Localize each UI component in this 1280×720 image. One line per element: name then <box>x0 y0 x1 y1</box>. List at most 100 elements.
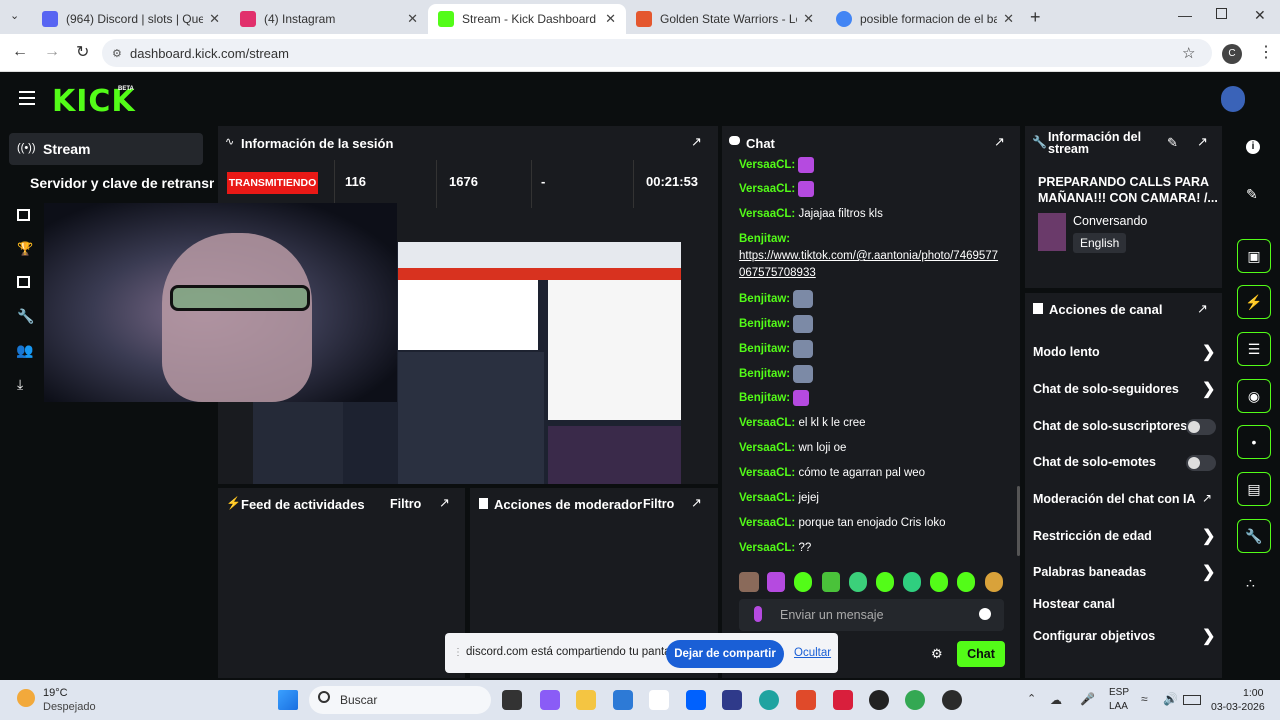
chevron-right-icon[interactable]: ❯ <box>1202 526 1215 546</box>
hamburger-menu-icon[interactable] <box>19 91 35 105</box>
broadcast-button[interactable]: • <box>1237 425 1271 459</box>
app-globe-icon[interactable] <box>942 690 962 710</box>
store-icon[interactable] <box>613 690 633 710</box>
user-avatar[interactable] <box>1221 86 1245 112</box>
browser-tab-warriors[interactable]: Golden State Warriors - Los Ang ✕ <box>626 4 824 34</box>
browser-tab-discord[interactable]: (964) Discord | slots | Que ¡ ✕ <box>32 4 230 34</box>
hide-banner-link[interactable]: Ocultar <box>794 647 831 659</box>
tab-search-chevron-icon[interactable]: ⌄ <box>10 9 19 22</box>
expand-icon[interactable]: ↗ <box>691 495 702 511</box>
emote-icon[interactable] <box>767 572 785 592</box>
emotes-only-toggle[interactable] <box>1186 455 1216 471</box>
chat-scrollbar[interactable] <box>1017 486 1020 556</box>
banned-words-item[interactable]: Palabras baneadas <box>1033 565 1146 579</box>
trophy-icon[interactable]: 🏆 <box>17 241 33 257</box>
video-icon[interactable] <box>17 276 30 288</box>
chevron-right-icon[interactable]: ❯ <box>1202 562 1215 582</box>
chat-link[interactable]: https://www.tiktok.com/@r.aantonia/photo… <box>739 250 998 279</box>
emote-icon[interactable] <box>794 572 812 592</box>
close-icon[interactable]: ✕ <box>407 11 418 27</box>
expand-icon[interactable]: ↗ <box>994 134 1005 150</box>
browser-tab-kick[interactable]: Stream - Kick Dashboard ✕ <box>428 4 626 34</box>
emote-icon[interactable] <box>739 572 759 592</box>
activity-filter-button[interactable]: Filtro <box>390 497 421 511</box>
clock-time[interactable]: 1:00 <box>1243 687 1263 699</box>
app-w-icon[interactable] <box>833 690 853 710</box>
close-icon[interactable]: ✕ <box>605 11 616 27</box>
sidebar-server-key-label[interactable]: Servidor y clave de retransm <box>30 175 214 191</box>
minimize-icon[interactable]: — <box>1178 7 1192 23</box>
emote-icon[interactable] <box>985 572 1003 592</box>
chrome-icon[interactable] <box>905 690 925 710</box>
upload-icon[interactable]: ⤓ <box>17 376 23 393</box>
app-b-icon[interactable] <box>722 690 742 710</box>
battery-icon[interactable] <box>1183 695 1201 705</box>
windows-start-icon[interactable] <box>278 690 298 710</box>
age-restriction-item[interactable]: Restricción de edad <box>1033 529 1152 543</box>
taskbar-search-box[interactable] <box>309 686 491 714</box>
expand-icon[interactable]: ↗ <box>1197 301 1208 317</box>
microphone-tray-icon[interactable]: 🎤 <box>1080 692 1095 706</box>
browser-tab-google[interactable]: posible formacion de el barcelo ✕ <box>826 4 1024 34</box>
menu-dots-icon[interactable]: ⋮ <box>1258 42 1274 62</box>
onedrive-icon[interactable]: ☁ <box>1050 693 1062 707</box>
info-icon[interactable]: i <box>1246 140 1260 154</box>
file-explorer-icon[interactable] <box>576 690 596 710</box>
close-icon[interactable]: ✕ <box>803 11 814 27</box>
browser-tab-instagram[interactable]: (4) Instagram ✕ <box>230 4 428 34</box>
lightning-button[interactable]: ⚡ <box>1237 285 1271 319</box>
chevron-right-icon[interactable]: ❯ <box>1202 379 1215 399</box>
close-window-icon[interactable]: ✕ <box>1254 7 1266 24</box>
tray-chevron-icon[interactable]: ⌃ <box>1027 692 1036 705</box>
wifi-icon[interactable]: ≈ <box>1141 692 1148 706</box>
back-icon[interactable]: ← <box>12 43 28 61</box>
pencil-icon[interactable]: ✎ <box>1246 186 1258 203</box>
category-label[interactable]: Conversando <box>1073 214 1147 228</box>
moderator-button[interactable]: ▤ <box>1237 472 1271 506</box>
bookmark-star-icon[interactable]: ☆ <box>1182 44 1195 62</box>
chevron-right-icon[interactable]: ❯ <box>1202 626 1215 646</box>
users-icon[interactable]: 👥 <box>16 342 33 359</box>
emote-icon[interactable] <box>876 572 894 592</box>
expand-icon[interactable]: ↗ <box>439 495 450 511</box>
camera-focus-button[interactable]: ▣ <box>1237 239 1271 273</box>
followers-only-item[interactable]: Chat de solo-seguidores <box>1033 382 1179 396</box>
chat-settings-icon[interactable]: ⚙ <box>931 646 943 662</box>
chat-button[interactable]: ◉ <box>1237 379 1271 413</box>
sidebar-item-stream[interactable] <box>9 133 203 165</box>
stop-sharing-button[interactable]: Dejar de compartir <box>666 640 784 668</box>
volume-icon[interactable]: 🔊 <box>1163 692 1178 706</box>
new-tab-icon[interactable]: + <box>1030 7 1041 28</box>
set-goals-item[interactable]: Configurar objetivos <box>1033 629 1155 643</box>
emote-icon[interactable] <box>849 572 867 592</box>
lang-code[interactable]: ESP <box>1109 687 1129 698</box>
chart-icon[interactable] <box>17 209 30 221</box>
close-icon[interactable]: ✕ <box>209 11 220 27</box>
expand-icon[interactable]: ↗ <box>1197 134 1208 150</box>
wrench-icon[interactable]: 🔧 <box>17 308 34 325</box>
forward-icon[interactable]: → <box>44 43 60 61</box>
subscribers-only-toggle[interactable] <box>1186 419 1216 435</box>
url-field[interactable]: dashboard.kick.com/stream <box>102 39 1212 67</box>
host-channel-item[interactable]: Hostear canal <box>1033 597 1115 611</box>
expand-icon[interactable]: ↗ <box>691 134 702 150</box>
emote-icon[interactable] <box>930 572 948 592</box>
chat-send-button[interactable]: Chat <box>957 641 1005 667</box>
microphone-icon[interactable] <box>754 606 762 622</box>
task-view-icon[interactable] <box>502 690 522 710</box>
external-link-icon[interactable]: ↗ <box>1202 491 1212 505</box>
site-info-icon[interactable]: ⚙ <box>112 47 122 60</box>
dropbox-icon[interactable] <box>686 690 706 710</box>
chevron-right-icon[interactable]: ❯ <box>1202 342 1215 362</box>
drag-handle-icon[interactable]: ⋮ <box>453 647 463 658</box>
slow-mode-item[interactable]: Modo lento <box>1033 345 1100 359</box>
edge-icon[interactable] <box>759 690 779 710</box>
profile-avatar[interactable]: C <box>1222 44 1242 64</box>
close-icon[interactable]: ✕ <box>1003 11 1014 27</box>
office-icon[interactable] <box>796 690 816 710</box>
share-nodes-icon[interactable]: ∴ <box>1246 575 1255 592</box>
emote-icon[interactable] <box>822 572 840 592</box>
wrench-button[interactable]: 🔧 <box>1237 519 1271 553</box>
edit-pencil-icon[interactable]: ✎ <box>1167 135 1178 151</box>
emote-icon[interactable] <box>903 572 921 592</box>
